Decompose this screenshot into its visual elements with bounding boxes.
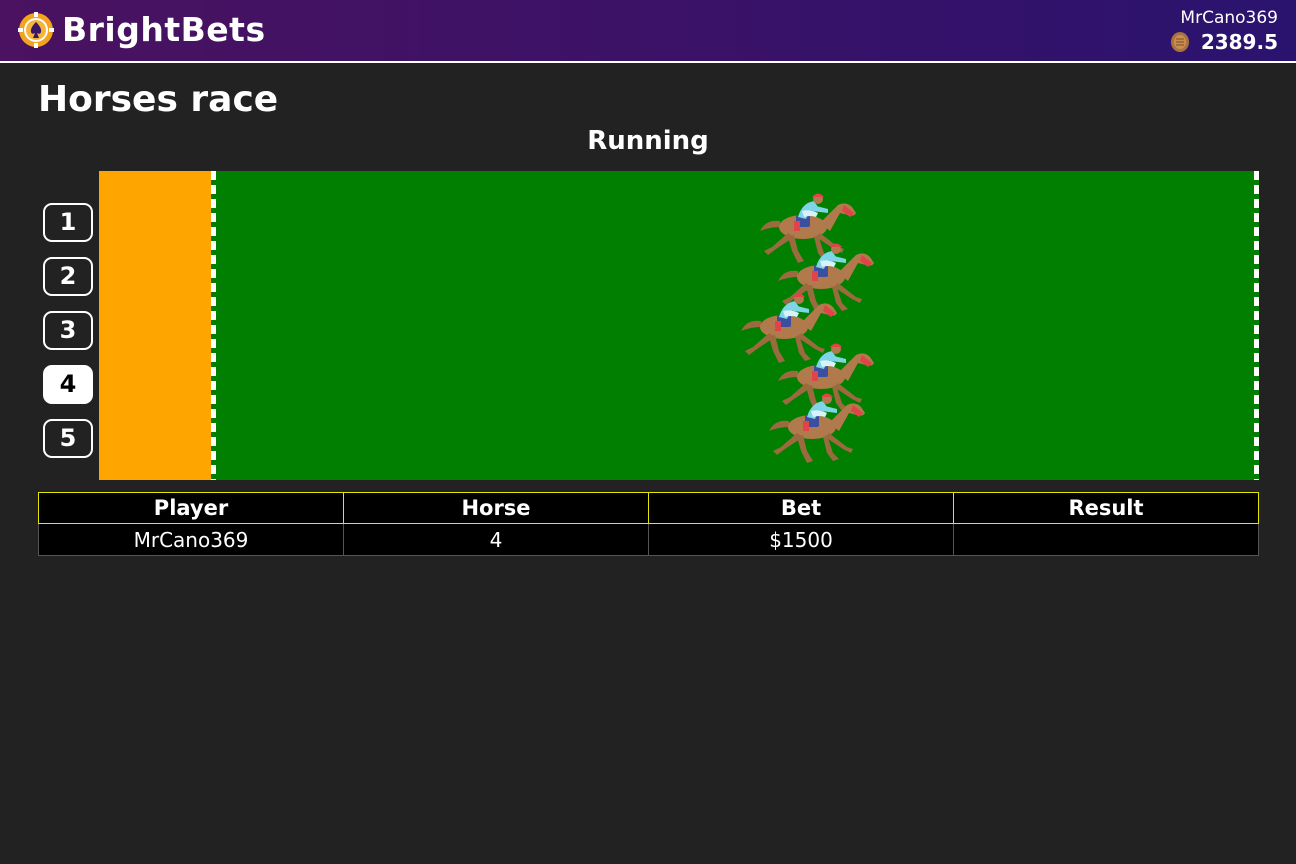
balance-amount: 2389.5	[1200, 30, 1278, 54]
race-track	[99, 171, 1259, 480]
brand-name: BrightBets	[62, 10, 266, 49]
user-panel: MrCano369 2389.5	[1169, 8, 1278, 54]
lane-button-2[interactable]: 2	[43, 257, 93, 296]
lane-button-4[interactable]: 4	[43, 365, 93, 404]
bets-table: Player Horse Bet Result MrCano369 4 $150…	[38, 492, 1259, 556]
cell-player: MrCano369	[38, 523, 344, 556]
poker-chip-spade-icon	[18, 12, 54, 48]
cell-result	[953, 523, 1259, 556]
finish-line	[1254, 171, 1259, 480]
column-header-bet: Bet	[648, 492, 954, 524]
lane-button-5[interactable]: 5	[43, 419, 93, 458]
table-row: MrCano369 4 $1500	[38, 523, 1259, 556]
column-header-horse: Horse	[343, 492, 649, 524]
brand-logo[interactable]: BrightBets	[18, 11, 266, 49]
balance-row: 2389.5	[1169, 30, 1278, 54]
race-status: Running	[587, 126, 709, 156]
column-header-player: Player	[38, 492, 344, 524]
page-title: Horses race	[38, 79, 279, 120]
top-bar: BrightBets MrCano369 2389.5	[0, 0, 1296, 63]
start-line	[211, 171, 216, 480]
bets-table-header: Player Horse Bet Result	[38, 492, 1259, 524]
lane-selector: 1 2 3 4 5	[43, 203, 93, 473]
column-header-result: Result	[953, 492, 1259, 524]
horse-racing-icon	[769, 393, 866, 463]
lane-button-3[interactable]: 3	[43, 311, 93, 350]
cell-horse: 4	[343, 523, 649, 556]
cell-bet: $1500	[648, 523, 954, 556]
username: MrCano369	[1180, 8, 1278, 28]
start-zone	[99, 171, 211, 480]
lane-button-1[interactable]: 1	[43, 203, 93, 242]
coin-icon	[1170, 32, 1189, 52]
